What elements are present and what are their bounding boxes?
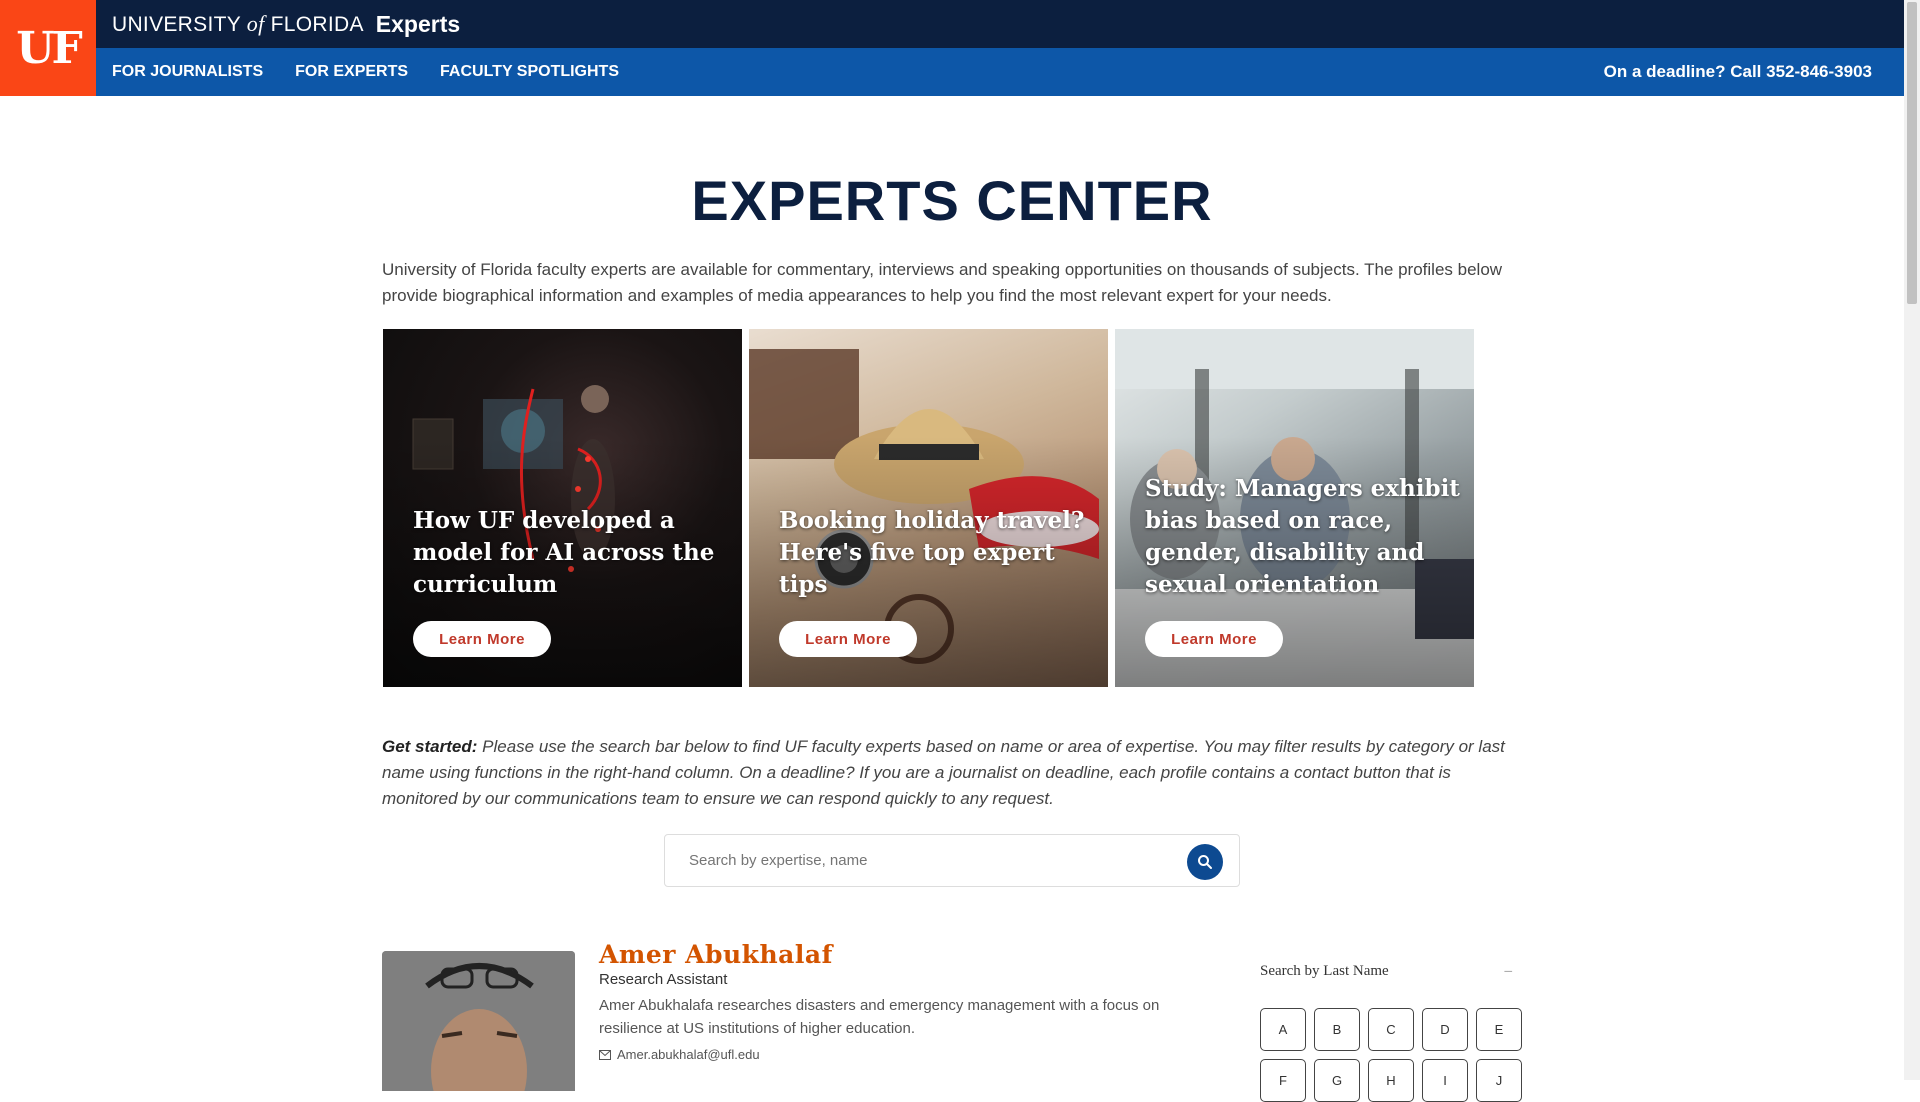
expert-search-bar (664, 834, 1240, 887)
expert-photo-image (382, 951, 575, 1091)
page-title: EXPERTS CENTER (691, 169, 1213, 232)
site-name[interactable]: Experts (376, 11, 460, 38)
intro-text: University of Florida faculty experts ar… (382, 260, 1503, 305)
search-icon (1198, 855, 1212, 869)
letter-button-c[interactable]: C (1368, 1008, 1414, 1051)
letter-button-g[interactable]: G (1314, 1059, 1360, 1102)
nav-for-journalists[interactable]: FOR JOURNALISTS (112, 63, 263, 81)
main-nav: FOR JOURNALISTS FOR EXPERTS FACULTY SPOT… (96, 48, 1904, 96)
university-wordmark[interactable]: UNIVERSITY of FLORIDA (112, 11, 364, 37)
expert-description: Amer Abukhalafa researches disasters and… (599, 997, 1160, 1037)
expert-email-link[interactable]: Amer.abukhalaf@ufl.edu (599, 1047, 760, 1062)
university-suffix: FLORIDA (270, 13, 364, 36)
uf-logo-text: UF (16, 22, 83, 74)
featured-cards: How UF developed a model for AI across t… (383, 329, 1474, 687)
get-started-label: Get started: (382, 737, 478, 756)
feature-card-ai[interactable]: How UF developed a model for AI across t… (383, 329, 742, 687)
letter-button-f[interactable]: F (1260, 1059, 1306, 1102)
letter-button-i[interactable]: I (1422, 1059, 1468, 1102)
learn-more-button[interactable]: Learn More (413, 621, 551, 657)
deadline-phone-link[interactable]: On a deadline? Call 352-846-3903 (1604, 62, 1872, 82)
expert-email: Amer.abukhalaf@ufl.edu (617, 1047, 760, 1062)
letter-button-d[interactable]: D (1422, 1008, 1468, 1051)
search-input[interactable] (689, 852, 1169, 869)
page-scrollbar[interactable] (1904, 0, 1920, 1080)
expert-photo[interactable] (382, 951, 575, 1091)
mail-icon (599, 1049, 611, 1060)
search-button[interactable] (1187, 844, 1223, 880)
lastname-filter-label: Search by Last Name (1260, 963, 1389, 979)
card-title[interactable]: How UF developed a model for AI across t… (413, 505, 728, 601)
collapse-icon[interactable]: – (1505, 963, 1513, 980)
university-of: of (246, 11, 265, 36)
get-started-text: Get started: Please use the search bar b… (382, 734, 1522, 812)
learn-more-button[interactable]: Learn More (779, 621, 917, 657)
expert-name-link[interactable]: Amer Abukhalaf (599, 940, 833, 969)
letter-button-e[interactable]: E (1476, 1008, 1522, 1051)
expert-role: Research Assistant (599, 971, 728, 988)
letter-button-a[interactable]: A (1260, 1008, 1306, 1051)
letter-button-h[interactable]: H (1368, 1059, 1414, 1102)
top-bar: UNIVERSITY of FLORIDA Experts (96, 0, 1904, 48)
feature-card-travel[interactable]: Booking holiday travel? Here's five top … (749, 329, 1108, 687)
uf-logo[interactable]: UF (0, 0, 96, 96)
university-prefix: UNIVERSITY (112, 13, 241, 36)
scrollbar-thumb[interactable] (1907, 2, 1917, 304)
card-title[interactable]: Study: Managers exhibit bias based on ra… (1145, 473, 1460, 601)
letter-button-b[interactable]: B (1314, 1008, 1360, 1051)
nav-faculty-spotlights[interactable]: FACULTY SPOTLIGHTS (440, 63, 619, 81)
nav-for-experts[interactable]: FOR EXPERTS (295, 63, 408, 81)
feature-card-study[interactable]: Study: Managers exhibit bias based on ra… (1115, 329, 1474, 687)
card-title[interactable]: Booking holiday travel? Here's five top … (779, 505, 1094, 601)
lastname-filter-heading[interactable]: Search by Last Name – (1260, 963, 1522, 980)
get-started-body: Please use the search bar below to find … (382, 737, 1505, 808)
learn-more-button[interactable]: Learn More (1145, 621, 1283, 657)
letter-filter-grid: A B C D E F G H I J (1260, 1008, 1524, 1102)
letter-button-j[interactable]: J (1476, 1059, 1522, 1102)
